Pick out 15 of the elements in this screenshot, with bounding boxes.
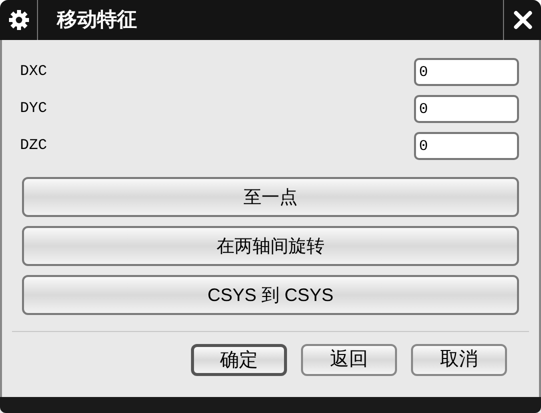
action-button[interactable]: CSYS 到 CSYS (22, 275, 519, 315)
action-button[interactable]: 至一点 (22, 177, 519, 217)
field-label: DZC (20, 136, 48, 156)
action-button[interactable]: 在两轴间旋转 (22, 226, 519, 266)
input-field[interactable]: 0 (414, 95, 519, 123)
dialog-button[interactable]: 取消 (411, 344, 507, 376)
input-field[interactable]: 0 (414, 132, 519, 160)
close-icon[interactable] (512, 10, 532, 30)
input-field[interactable]: 0 (414, 58, 519, 86)
dialog-button[interactable]: 返回 (301, 344, 397, 376)
window-title: 移动特征 (56, 8, 138, 33)
dialog-button[interactable]: 确定 (191, 344, 287, 376)
field-label: DXC (20, 62, 48, 82)
field-label: DYC (20, 98, 48, 119)
settings-icon[interactable] (8, 9, 30, 31)
